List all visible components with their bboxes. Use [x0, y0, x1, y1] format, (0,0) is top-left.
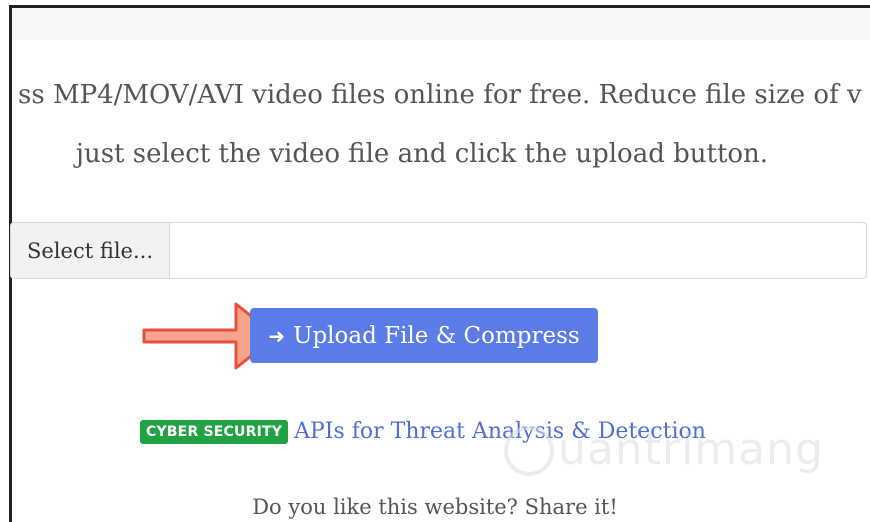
watermark-logo-icon: [504, 426, 554, 476]
screenshot-frame: ss MP4/MOV/AVI video files online for fr…: [0, 0, 870, 522]
file-input-group[interactable]: Select file...: [10, 222, 867, 279]
cyber-security-badge: CYBER SECURITY: [140, 419, 289, 444]
top-bar: [12, 8, 870, 40]
watermark-text: uantrimang: [558, 424, 824, 475]
frame-border-top: [10, 5, 870, 8]
arrow-right-icon: ➜: [268, 323, 286, 348]
share-prompt: Do you like this website? Share it!: [252, 495, 618, 519]
selected-file-field[interactable]: [170, 223, 866, 278]
description-line-2: just select the video file and click the…: [75, 139, 769, 169]
upload-compress-button[interactable]: ➜ Upload File & Compress: [250, 308, 598, 363]
description-line-1: ss MP4/MOV/AVI video files online for fr…: [18, 80, 862, 110]
upload-button-label: Upload File & Compress: [293, 322, 580, 349]
watermark: uantrimang: [500, 418, 823, 488]
select-file-button[interactable]: Select file...: [11, 223, 170, 278]
